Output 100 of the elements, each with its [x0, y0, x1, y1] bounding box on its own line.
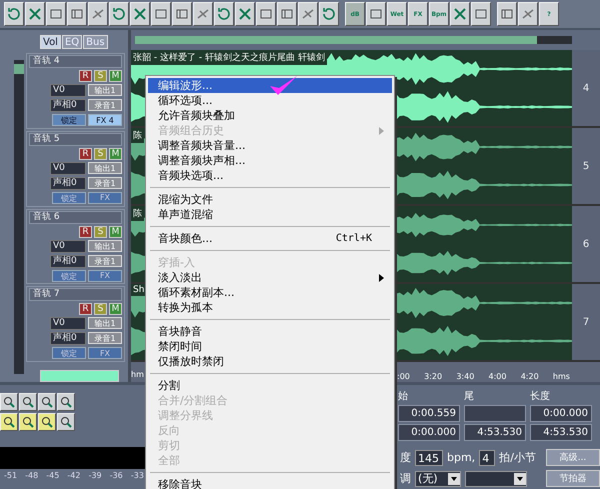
tempo-field[interactable]: 145 — [415, 450, 443, 466]
menu-item[interactable]: 单声道混缩 — [148, 207, 392, 222]
toolbar-button[interactable] — [366, 2, 386, 26]
key-dropdown[interactable]: (无) — [415, 470, 461, 486]
toolbar-button[interactable] — [256, 2, 276, 26]
zoom-button[interactable] — [38, 413, 56, 431]
menu-item[interactable]: 允许音频块叠加 — [148, 108, 392, 123]
record-button[interactable]: 录音1 — [88, 332, 122, 344]
menu-item[interactable]: 禁闭时间 — [148, 339, 392, 354]
toolbar-button[interactable] — [4, 2, 24, 26]
lock-button[interactable]: 锁定 — [52, 114, 86, 126]
menu-item[interactable]: 转换为孤本 — [148, 300, 392, 315]
fx-button[interactable]: FX — [88, 270, 122, 282]
toolbar-button[interactable] — [277, 2, 297, 26]
output-button[interactable]: 输出1 — [88, 162, 122, 174]
track-toggle[interactable]: R — [79, 303, 92, 316]
scrollbar[interactable] — [14, 60, 24, 374]
menu-item[interactable]: 编辑波形... — [148, 78, 392, 93]
toolbar-button[interactable] — [130, 2, 150, 26]
fx-button[interactable]: FX — [88, 192, 122, 204]
tab[interactable]: Vol — [40, 35, 61, 49]
record-button[interactable]: 录音1 — [88, 176, 122, 189]
zoom-button[interactable] — [0, 413, 18, 431]
clip-title: Sh — [131, 284, 146, 296]
zoom-button[interactable] — [57, 393, 75, 411]
toolbar-button[interactable] — [497, 2, 517, 26]
toolbar-button[interactable] — [319, 2, 339, 26]
zoom-button[interactable] — [19, 393, 37, 411]
menu-item[interactable]: 调整音频块音量... — [148, 138, 392, 153]
zoom-button[interactable] — [0, 393, 18, 411]
time-field[interactable]: 0:00.000 — [530, 405, 592, 422]
toolbar-button[interactable] — [518, 2, 538, 26]
metronome-button[interactable]: 节拍器 — [546, 470, 600, 487]
toolbar-button[interactable] — [109, 2, 129, 26]
zoom-button[interactable] — [19, 413, 37, 431]
lock-button[interactable]: 锁定 — [52, 192, 86, 204]
output-button[interactable]: 输出1 — [88, 240, 122, 252]
volume-field[interactable]: V0 — [50, 317, 86, 330]
toolbar-button[interactable] — [450, 2, 470, 26]
track-toggle[interactable]: M — [109, 303, 122, 316]
volume-field[interactable]: V0 — [50, 240, 86, 253]
toolbar-button[interactable] — [88, 2, 108, 26]
pan-field[interactable]: 声相0 — [50, 254, 86, 268]
track-toggle[interactable]: M — [109, 226, 122, 238]
time-field[interactable]: 0:00.000 — [398, 424, 460, 441]
track-title: 音轨 6 — [29, 210, 122, 224]
record-button[interactable]: 录音1 — [88, 254, 122, 267]
pan-field[interactable]: 声相0 — [50, 176, 86, 190]
menu-item[interactable]: 分割 — [148, 378, 392, 393]
toolbar-button[interactable] — [471, 2, 491, 26]
lock-button[interactable]: 锁定 — [52, 347, 86, 360]
toolbar-button[interactable] — [298, 2, 318, 26]
tool-icon — [452, 6, 468, 22]
fx-button[interactable]: FX — [88, 347, 122, 360]
time-field[interactable] — [464, 405, 526, 422]
menu-item[interactable]: 循环选项... — [148, 93, 392, 108]
menu-item[interactable]: 循环素材副本... — [148, 285, 392, 300]
toolbar-button[interactable] — [67, 2, 87, 26]
beats-field[interactable]: 4 — [479, 450, 496, 466]
pan-field[interactable]: 声相0 — [50, 332, 86, 346]
menu-item[interactable]: 仅播放时禁闭 — [148, 354, 392, 369]
dropdown[interactable] — [465, 470, 527, 486]
toolbar-button[interactable] — [172, 2, 192, 26]
menu-item[interactable]: 音块静音 — [148, 324, 392, 339]
track-toggle[interactable]: M — [109, 70, 122, 82]
zoom-button[interactable] — [38, 393, 56, 411]
menu-item[interactable]: 淡入淡出 — [148, 270, 392, 285]
time-field[interactable]: 4:53.530 — [464, 424, 526, 441]
toolbar-button[interactable] — [151, 2, 171, 26]
toolbar-button[interactable] — [214, 2, 234, 26]
toolbar-button[interactable] — [25, 2, 45, 26]
menu-item[interactable]: 音频块选项... — [148, 168, 392, 183]
output-button[interactable]: 输出1 — [88, 317, 122, 330]
toolbar-button[interactable] — [193, 2, 213, 26]
track-toggle[interactable]: M — [109, 148, 122, 160]
time-field[interactable]: 0:00.559 — [398, 405, 460, 422]
record-button[interactable]: 录音1 — [88, 99, 122, 111]
menu-item[interactable]: 音块颜色... Ctrl+K — [148, 231, 392, 246]
ruler-label: 4:20 — [520, 372, 539, 381]
ruler-label: :00 — [397, 372, 410, 381]
fx-button[interactable]: FX 4 — [88, 114, 122, 126]
track-toggle[interactable]: R — [79, 70, 92, 82]
advanced-button[interactable]: 高级... — [546, 449, 600, 466]
menu-item[interactable]: 混缩为文件 — [148, 192, 392, 207]
meter-tick: -45 — [46, 471, 60, 480]
zoom-in-icon — [41, 416, 53, 428]
toolbar-button[interactable] — [46, 2, 66, 26]
volume-field[interactable]: V0 — [50, 84, 86, 97]
output-button[interactable]: 输出1 — [88, 84, 122, 96]
track-toggle[interactable]: R — [79, 226, 92, 238]
pan-field[interactable]: 声相0 — [50, 99, 86, 112]
menu-item[interactable]: 调整音频块声相... — [148, 153, 392, 168]
zoom-button[interactable] — [57, 413, 75, 431]
lock-button[interactable]: 锁定 — [52, 270, 86, 282]
toolbar-button[interactable] — [235, 2, 255, 26]
track-toggle[interactable]: R — [79, 148, 92, 160]
column-header: 始 — [398, 390, 409, 403]
time-field[interactable]: 4:53.530 — [530, 424, 592, 441]
volume-field[interactable]: V0 — [50, 162, 86, 175]
scroll-thumb[interactable] — [14, 64, 24, 74]
